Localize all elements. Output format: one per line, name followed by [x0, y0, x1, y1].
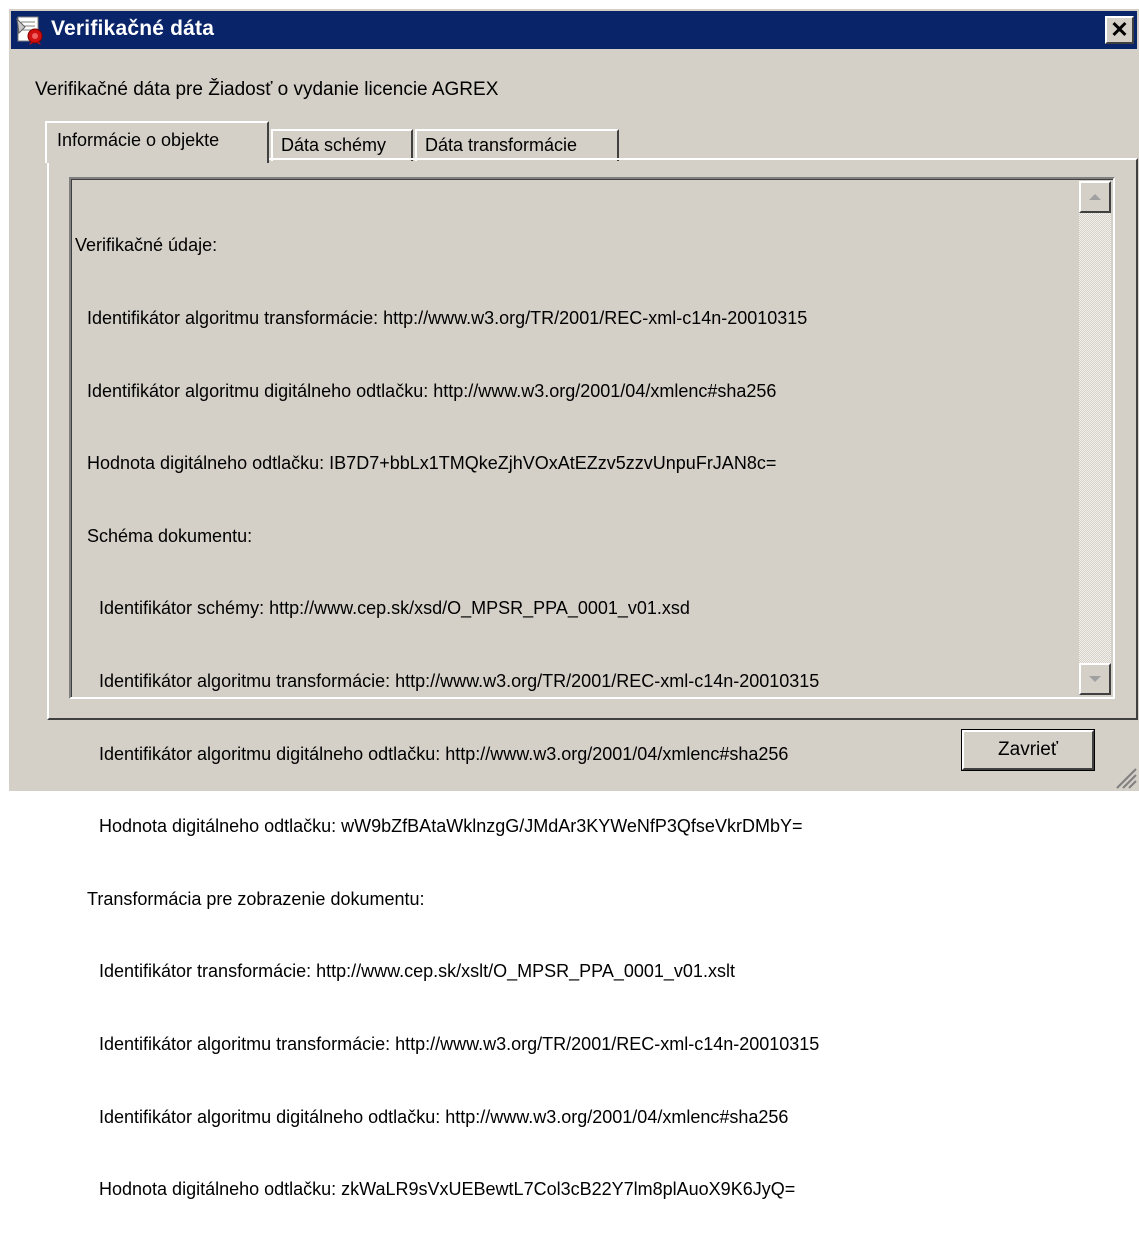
text-line: Hodnota digitálneho odtlačku: zkWaLR9sVx… [99, 1179, 796, 1200]
text-line: Transformácia pre zobrazenie dokumentu: [87, 888, 425, 909]
close-icon: ✕ [1110, 17, 1129, 42]
tab-label: Informácie o objekte [57, 130, 220, 150]
text-line: Hodnota digitálneho odtlačku: IB7D7+bbLx… [87, 453, 777, 474]
text-line: Identifikátor algoritmu digitálneho odtl… [99, 743, 789, 764]
verification-text: Verifikačné údaje: Identifikátor algorit… [75, 185, 1065, 1250]
text-line: Schéma dokumentu: [87, 525, 253, 546]
text-line: Identifikátor schémy: http://www.cep.sk/… [99, 598, 690, 619]
vertical-scrollbar[interactable] [1079, 181, 1111, 695]
resize-grip-icon[interactable] [1111, 763, 1137, 789]
title-bar[interactable]: Verifikačné dáta ✕ [11, 11, 1137, 49]
verification-text-area[interactable]: Verifikačné údaje: Identifikátor algorit… [69, 177, 1115, 1199]
text-line: Identifikátor algoritmu transformácie: h… [99, 670, 820, 691]
scroll-down-button[interactable] [1079, 663, 1111, 695]
text-line: Identifikátor algoritmu transformácie: h… [87, 308, 808, 328]
tab-transformation-data[interactable]: Dáta transformácie [415, 129, 619, 161]
text-line: Identifikátor algoritmu digitálneho odtl… [99, 1106, 789, 1127]
tab-panel: Verifikačné údaje: Identifikátor algorit… [47, 158, 1138, 1199]
window-title: Verifikačné dáta [51, 17, 215, 40]
text-line: Identifikátor algoritmu digitálneho odtl… [87, 380, 777, 401]
text-line: Identifikátor algoritmu transformácie: h… [99, 1033, 820, 1054]
tab-label: Dáta schémy [281, 135, 387, 155]
text-line: Identifikátor transformácie: http://www.… [99, 961, 735, 982]
certificate-seal-icon [15, 15, 45, 45]
arrow-up-icon [1088, 188, 1102, 206]
dialog-window: Verifikačné dáta ✕ Verifikačné dáta pre … [8, 8, 1139, 1199]
text-line: Hodnota digitálneho odtlačku: wW9bZfBAta… [99, 816, 803, 837]
close-window-button[interactable]: ✕ [1105, 16, 1134, 44]
tab-label: Dáta transformácie [425, 135, 578, 155]
scroll-up-button[interactable] [1079, 181, 1111, 213]
text-line: Verifikačné údaje: [75, 235, 218, 256]
tab-object-info[interactable]: Informácie o objekte [45, 121, 269, 163]
arrow-down-icon [1088, 670, 1102, 688]
dialog-subtitle: Verifikačné dáta pre Žiadosť o vydanie l… [35, 79, 499, 100]
tab-schema-data[interactable]: Dáta schémy [271, 129, 413, 161]
